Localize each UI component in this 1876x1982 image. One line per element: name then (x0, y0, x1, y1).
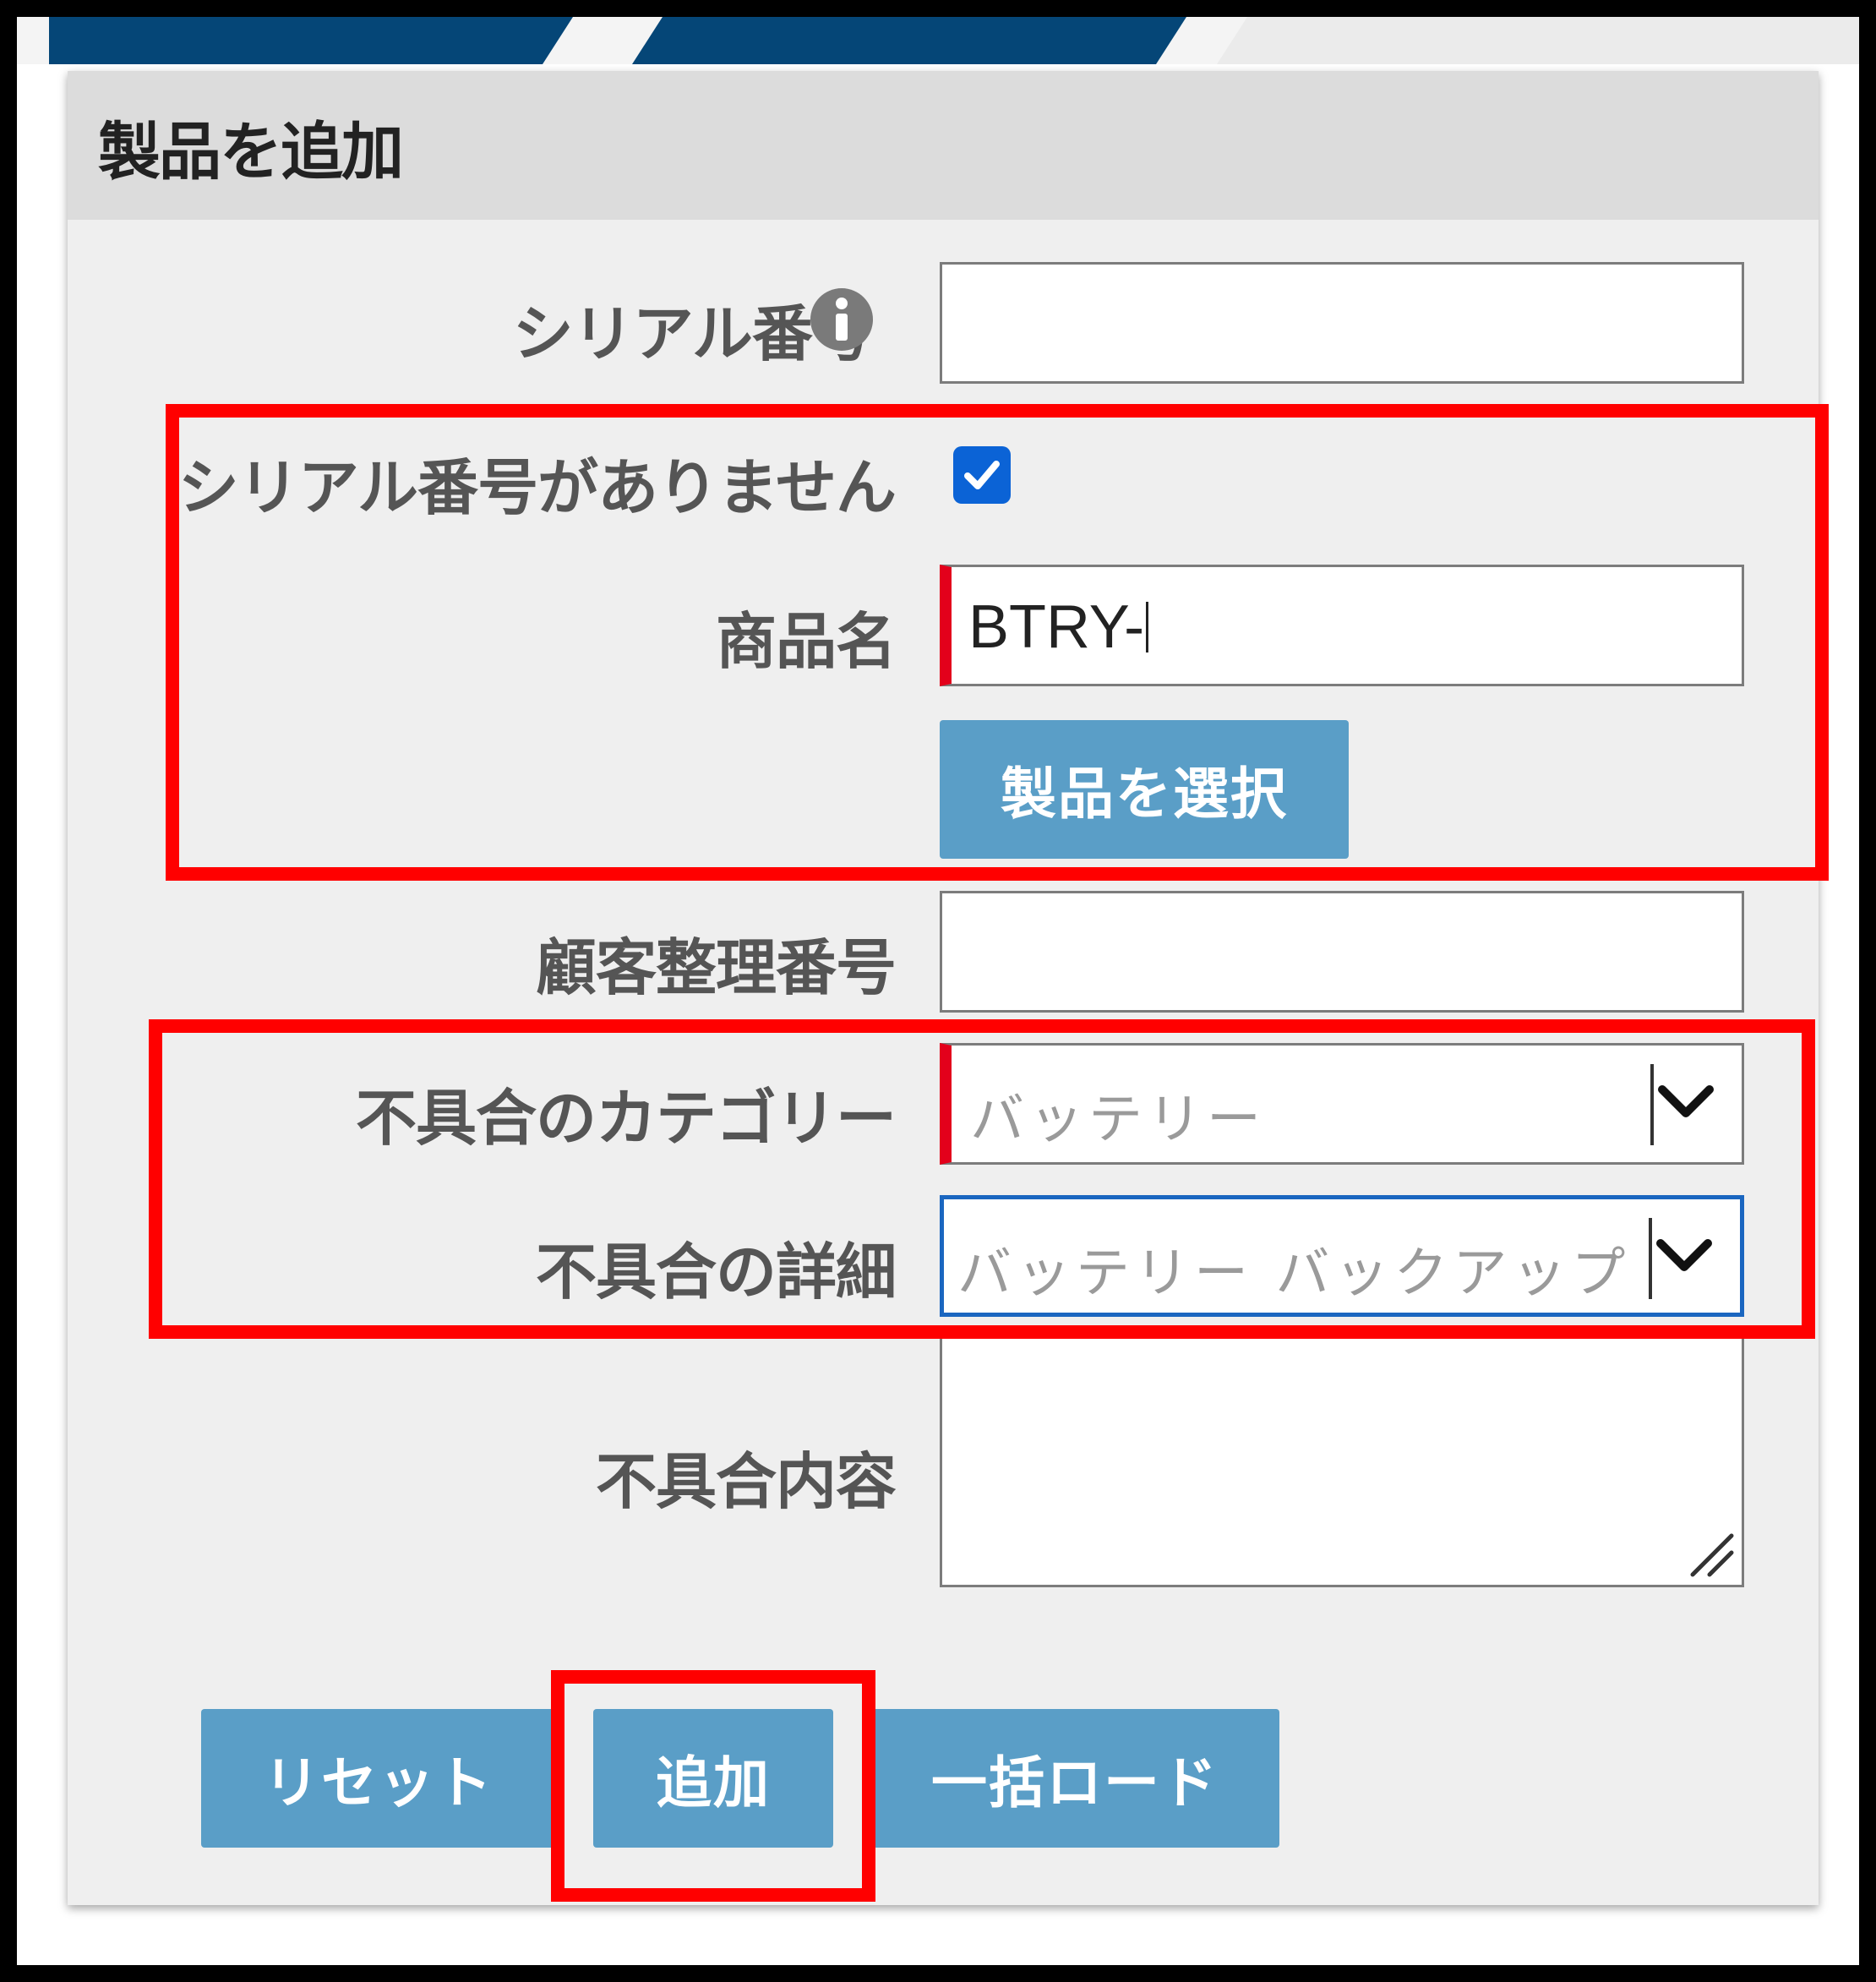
info-icon[interactable] (810, 287, 874, 352)
defect-content-textarea[interactable] (940, 1335, 1744, 1587)
dialog-title: 製品を追加 (98, 116, 404, 188)
dialog-header: 製品を追加 (68, 71, 1819, 220)
customer-ref-input[interactable] (940, 891, 1744, 1013)
highlight-box (149, 1019, 1815, 1339)
resize-handle-icon[interactable] (1688, 1531, 1735, 1578)
top-banner-stripe (17, 17, 1859, 64)
reset-button[interactable]: リセット (201, 1709, 556, 1848)
highlight-box (166, 404, 1829, 881)
banner-band (49, 17, 573, 64)
highlight-box (551, 1670, 875, 1902)
defect-content-label: 不具合内容 (595, 1446, 897, 1517)
banner-band (632, 17, 1186, 64)
serial-number-input[interactable] (940, 262, 1744, 384)
banner-band (1217, 17, 1859, 64)
customer-ref-label: 顧客整理番号 (535, 932, 897, 1003)
bulk-load-button[interactable]: 一括ロード (870, 1709, 1279, 1848)
